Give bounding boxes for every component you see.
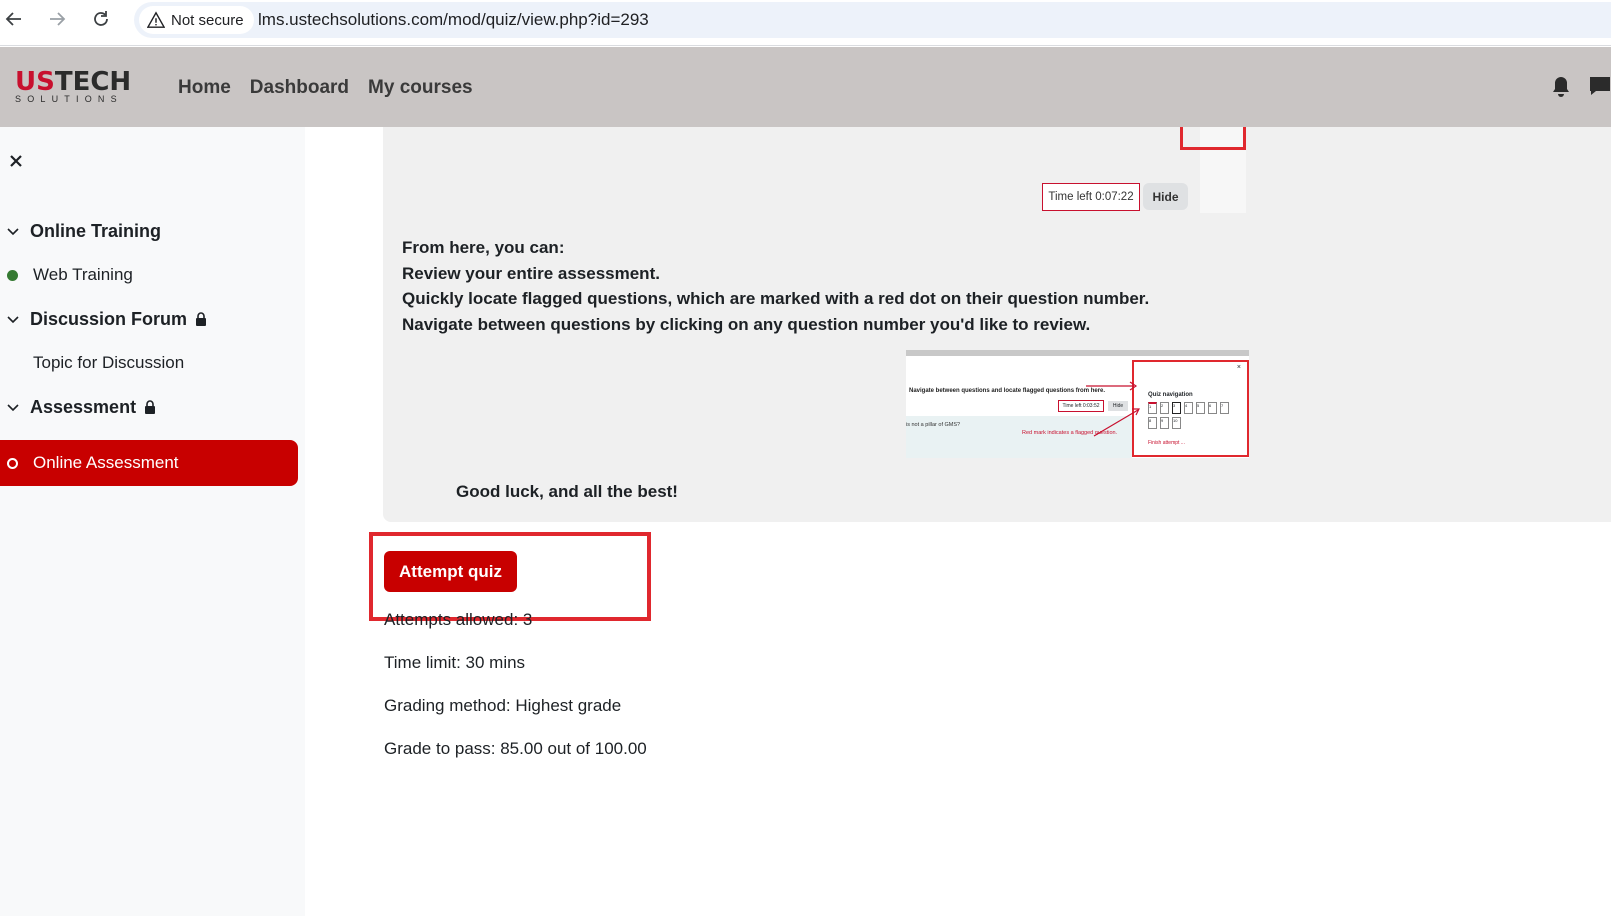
section-title: Discussion Forum xyxy=(30,308,188,329)
browser-toolbar: Not secure lms.ustechsolutions.com/mod/q… xyxy=(0,0,1611,46)
completion-dot-icon xyxy=(7,269,18,281)
activity-title: Online Assessment xyxy=(33,453,179,472)
forward-button[interactable] xyxy=(44,6,70,32)
warning-triangle-icon xyxy=(147,11,165,28)
chevron-down-icon xyxy=(7,404,19,412)
time-limit: Time limit: 30 mins xyxy=(384,653,526,672)
reload-button[interactable] xyxy=(88,6,114,32)
chevron-down-icon xyxy=(7,316,19,324)
url-text[interactable]: lms.ustechsolutions.com/mod/quiz/view.ph… xyxy=(258,10,649,30)
intro-line: Navigate between questions by clicking o… xyxy=(402,314,1091,334)
attempts-allowed: Attempts allowed: 3 xyxy=(384,610,533,629)
reload-icon xyxy=(94,11,108,26)
section-discussion-forum[interactable]: Discussion Forum xyxy=(0,304,300,334)
chevron-down-icon xyxy=(7,228,19,236)
attempt-quiz-button[interactable]: Attempt quiz xyxy=(384,551,517,592)
site-header: USTECH SOLUTIONS Home Dashboard My cours… xyxy=(0,47,1611,127)
nav-dashboard[interactable]: Dashboard xyxy=(250,77,349,99)
intro-line: Quickly locate flagged questions, which … xyxy=(402,289,1150,308)
screenshot-heading: Navigate between questions and locate fl… xyxy=(909,388,1106,394)
screenshot-question-number: 5 xyxy=(1196,402,1205,414)
activity-online-assessment[interactable]: Online Assessment xyxy=(0,440,298,486)
activity-title: Topic for Discussion xyxy=(33,353,185,372)
intro-line: Review your entire assessment. xyxy=(402,263,660,283)
address-bar[interactable]: Not secure lms.ustechsolutions.com/mod/q… xyxy=(134,2,1611,38)
back-button[interactable] xyxy=(1,6,27,32)
screenshot-question-number: 2 xyxy=(1160,402,1169,414)
intro-line: From here, you can: xyxy=(402,238,565,257)
lock-icon xyxy=(196,312,207,326)
activity-web-training[interactable]: Web Training xyxy=(0,260,300,290)
lock-icon xyxy=(145,400,156,414)
screenshot-question-number: 4 xyxy=(1184,402,1193,414)
incomplete-ring-icon xyxy=(7,457,18,469)
notification-bell-icon[interactable] xyxy=(1550,75,1572,99)
screenshot-arrows xyxy=(1086,381,1140,437)
intro-instructions: From here, you can: Review your entire a… xyxy=(402,235,1149,337)
activity-topic-for-discussion[interactable]: Topic for Discussion xyxy=(0,348,300,378)
logo-tagline: SOLUTIONS xyxy=(15,94,123,104)
nav-my-courses[interactable]: My courses xyxy=(368,77,473,99)
grading-method: Grading method: Highest grade xyxy=(384,696,622,715)
activity-title: Web Training xyxy=(33,265,133,284)
screenshot-question-number: 3 xyxy=(1172,402,1181,414)
arrow-left-icon xyxy=(5,12,21,26)
logo-red-part: US xyxy=(15,67,55,97)
section-online-training[interactable]: Online Training xyxy=(0,216,300,246)
screenshot-question-number: 6 xyxy=(1208,402,1217,414)
primary-navigation: Home Dashboard My courses xyxy=(178,77,473,99)
quiz-navigation-screenshot: Navigate between questions and locate fl… xyxy=(906,350,1249,458)
section-title: Assessment xyxy=(30,396,137,417)
nav-home[interactable]: Home xyxy=(178,77,231,99)
intro-closing: Good luck, and all the best! xyxy=(456,482,678,501)
grade-to-pass: Grade to pass: 85.00 out of 100.00 xyxy=(384,739,647,758)
messages-icon[interactable] xyxy=(1588,75,1611,97)
arrow-right-icon xyxy=(50,12,66,26)
screenshot-question-number: 9 xyxy=(1160,417,1169,429)
course-index-drawer: Online Training Web Training Discussion … xyxy=(0,127,305,916)
screenshot-close-icon: × xyxy=(1236,364,1241,371)
screenshot-question-number: 7 xyxy=(1220,402,1229,414)
screenshot-question-number: 10 xyxy=(1172,417,1181,429)
section-assessment[interactable]: Assessment xyxy=(0,392,300,422)
site-security-chip[interactable]: Not secure xyxy=(139,6,254,34)
close-drawer-icon[interactable] xyxy=(8,153,24,169)
logo-dark-part: TECH xyxy=(54,67,132,97)
site-logo[interactable]: USTECH SOLUTIONS xyxy=(15,67,132,104)
screenshot-timer: Time left 0:07:22 xyxy=(1042,183,1140,211)
screenshot-hide-button: Hide xyxy=(1143,183,1188,210)
screenshot-finish-attempt: Finish attempt ... xyxy=(1148,440,1185,446)
screenshot-question-fragment: is not a pillar of GMS? xyxy=(906,422,961,428)
screenshot-highlight-frame xyxy=(1180,127,1246,150)
security-label: Not secure xyxy=(171,11,244,29)
section-title: Online Training xyxy=(30,220,162,241)
screenshot-top-bar xyxy=(906,350,1249,356)
